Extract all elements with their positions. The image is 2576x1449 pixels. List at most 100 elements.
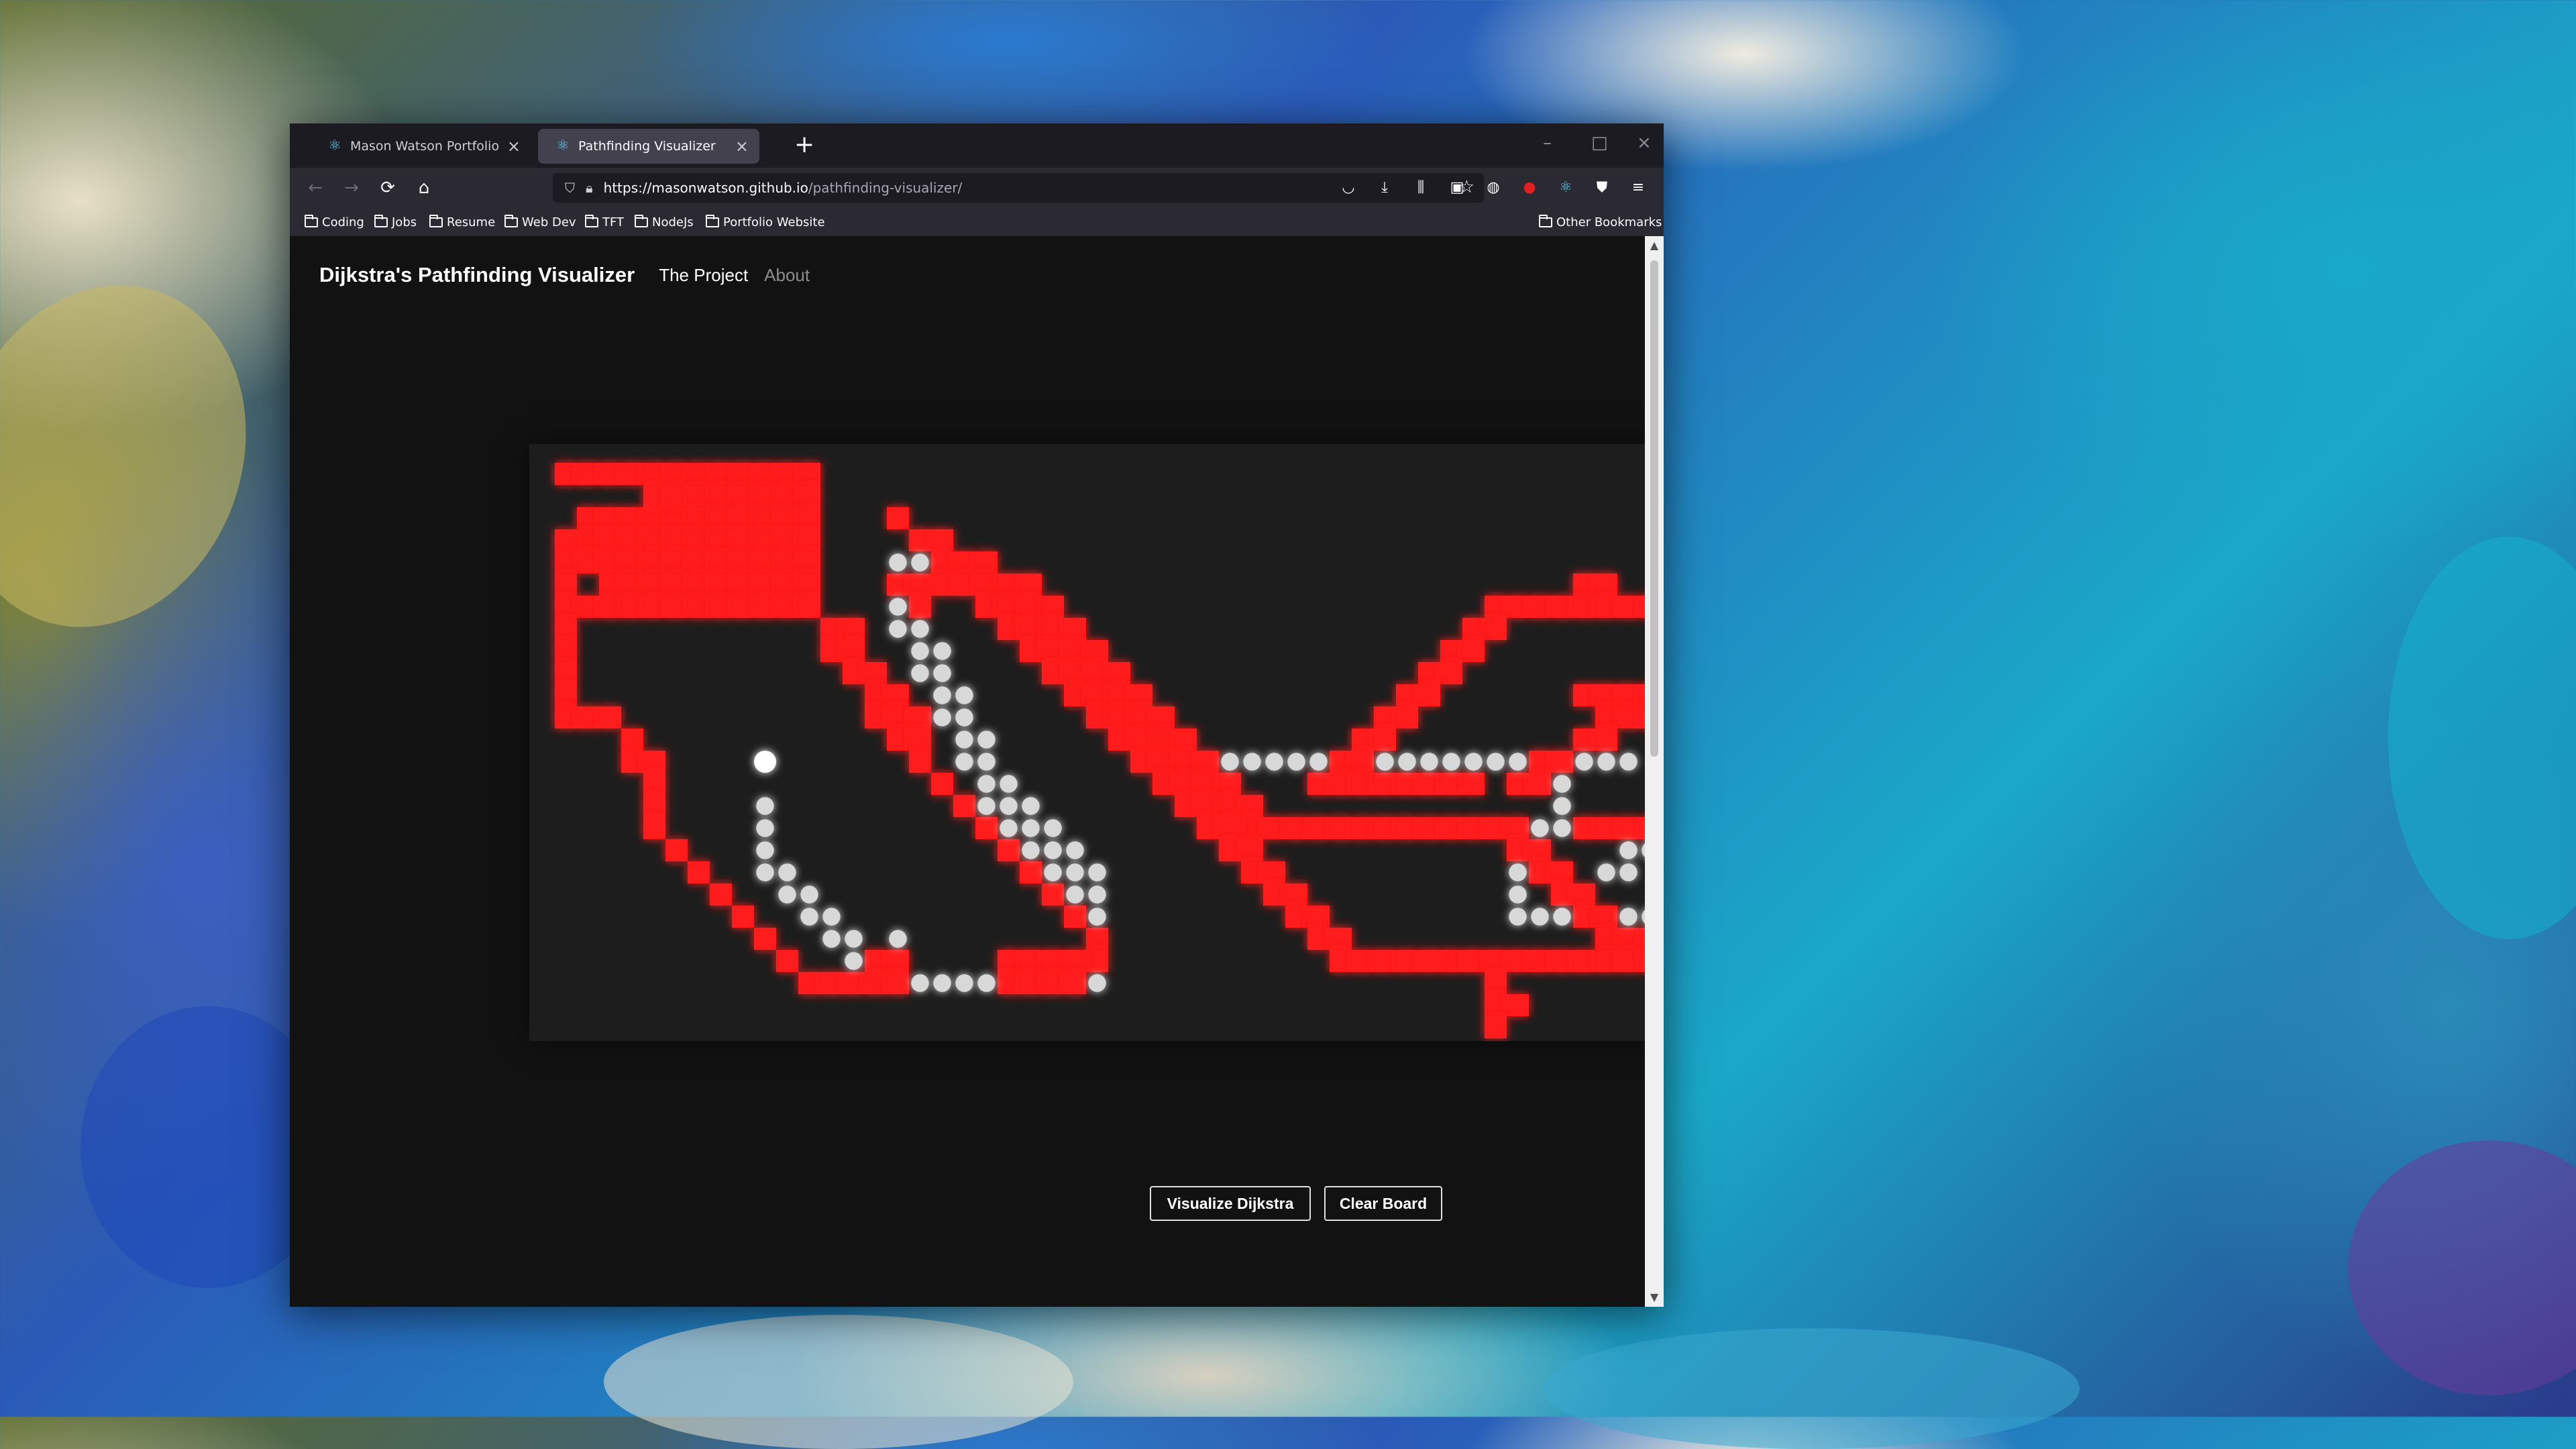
wall-cell[interactable] [665, 463, 688, 485]
wall-cell[interactable] [599, 529, 621, 551]
wall-cell[interactable] [754, 551, 776, 574]
wall-cell[interactable] [1042, 950, 1064, 972]
wall-cell[interactable] [555, 618, 577, 640]
wall-cell[interactable] [643, 574, 665, 596]
wall-cell[interactable] [931, 773, 953, 795]
wall-cell[interactable] [1462, 640, 1485, 662]
wall-cell[interactable] [887, 574, 909, 596]
wall-cell[interactable] [798, 485, 820, 507]
wall-cell[interactable] [975, 574, 998, 596]
wall-cell[interactable] [555, 684, 577, 706]
wall-cell[interactable] [732, 906, 754, 928]
wall-cell[interactable] [1086, 928, 1108, 950]
wall-cell[interactable] [1396, 773, 1418, 795]
bookmark-folder[interactable]: Coding [305, 213, 364, 231]
site-brand[interactable]: Dijkstra's Pathfinding Visualizer [319, 263, 635, 287]
wall-cell[interactable] [1130, 706, 1152, 729]
wall-cell[interactable] [1551, 751, 1573, 773]
wall-cell[interactable] [1418, 773, 1440, 795]
wall-cell[interactable] [710, 574, 732, 596]
wall-cell[interactable] [1617, 706, 1640, 729]
wall-cell[interactable] [577, 507, 599, 529]
wall-cell[interactable] [909, 574, 931, 596]
wall-cell[interactable] [555, 662, 577, 684]
wall-cell[interactable] [931, 574, 953, 596]
wall-cell[interactable] [865, 972, 887, 994]
wall-cell[interactable] [710, 551, 732, 574]
wall-cell[interactable] [1241, 795, 1263, 817]
wall-cell[interactable] [754, 928, 776, 950]
wall-cell[interactable] [820, 972, 843, 994]
start-node[interactable] [754, 751, 776, 773]
wall-cell[interactable] [555, 529, 577, 551]
wall-cell[interactable] [710, 883, 732, 906]
wall-cell[interactable] [732, 596, 754, 618]
lock-icon[interactable]: 🔒︎ [586, 180, 593, 196]
wall-cell[interactable] [1152, 751, 1175, 773]
wall-cell[interactable] [754, 574, 776, 596]
wall-cell[interactable] [1551, 861, 1573, 883]
wall-cell[interactable] [865, 662, 887, 684]
wall-cell[interactable] [1374, 729, 1396, 751]
wall-cell[interactable] [1595, 596, 1617, 618]
clear-board-button[interactable]: Clear Board [1324, 1186, 1442, 1221]
wall-cell[interactable] [776, 507, 798, 529]
wall-cell[interactable] [843, 640, 865, 662]
wall-cell[interactable] [1374, 773, 1396, 795]
wall-cell[interactable] [1485, 1016, 1507, 1038]
minimize-button[interactable]: – [1543, 133, 1552, 153]
wall-cell[interactable] [1330, 950, 1352, 972]
wall-cell[interactable] [1219, 795, 1241, 817]
wall-cell[interactable] [665, 596, 688, 618]
wall-cell[interactable] [1617, 596, 1640, 618]
wall-cell[interactable] [1418, 662, 1440, 684]
wall-cell[interactable] [865, 706, 887, 729]
wall-cell[interactable] [909, 596, 931, 618]
wall-cell[interactable] [798, 596, 820, 618]
wall-cell[interactable] [1573, 950, 1595, 972]
wall-cell[interactable] [1640, 684, 1645, 706]
wall-cell[interactable] [1086, 662, 1108, 684]
bookmark-folder[interactable]: Resume [429, 213, 495, 231]
wall-cell[interactable] [732, 574, 754, 596]
wall-cell[interactable] [1152, 706, 1175, 729]
wall-cell[interactable] [1617, 950, 1640, 972]
wall-cell[interactable] [887, 950, 909, 972]
wall-cell[interactable] [1175, 795, 1197, 817]
wall-cell[interactable] [931, 529, 953, 551]
wall-cell[interactable] [599, 596, 621, 618]
wall-cell[interactable] [643, 485, 665, 507]
wall-cell[interactable] [1152, 729, 1175, 751]
extension-ublock-icon[interactable]: ● [1519, 177, 1540, 199]
wall-cell[interactable] [1197, 795, 1219, 817]
wall-cell[interactable] [953, 551, 975, 574]
wall-cell[interactable] [1485, 950, 1507, 972]
maximize-button[interactable]: □ [1591, 133, 1608, 153]
reload-button[interactable]: ⟳ [374, 174, 401, 201]
wall-cell[interactable] [621, 551, 643, 574]
wall-cell[interactable] [887, 507, 909, 529]
wall-cell[interactable] [1418, 950, 1440, 972]
wall-cell[interactable] [1462, 618, 1485, 640]
wall-cell[interactable] [621, 751, 643, 773]
wall-cell[interactable] [710, 507, 732, 529]
wall-cell[interactable] [621, 463, 643, 485]
wall-cell[interactable] [732, 485, 754, 507]
wall-cell[interactable] [621, 529, 643, 551]
wall-cell[interactable] [1086, 706, 1108, 729]
wall-cell[interactable] [998, 618, 1020, 640]
wall-cell[interactable] [1595, 928, 1617, 950]
pathfinding-grid[interactable] [529, 444, 1645, 1041]
wall-cell[interactable] [1440, 662, 1462, 684]
wall-cell[interactable] [953, 795, 975, 817]
wall-cell[interactable] [1020, 618, 1042, 640]
wall-cell[interactable] [1507, 817, 1529, 839]
wall-cell[interactable] [1374, 817, 1396, 839]
tab-pathfinding[interactable]: ⚛ Pathfinding Visualizer × [538, 129, 759, 164]
wall-cell[interactable] [975, 551, 998, 574]
wall-cell[interactable] [1640, 706, 1645, 729]
bookmark-folder[interactable]: Jobs [374, 213, 417, 231]
wall-cell[interactable] [754, 596, 776, 618]
wall-cell[interactable] [1418, 684, 1440, 706]
wall-cell[interactable] [1507, 994, 1529, 1016]
